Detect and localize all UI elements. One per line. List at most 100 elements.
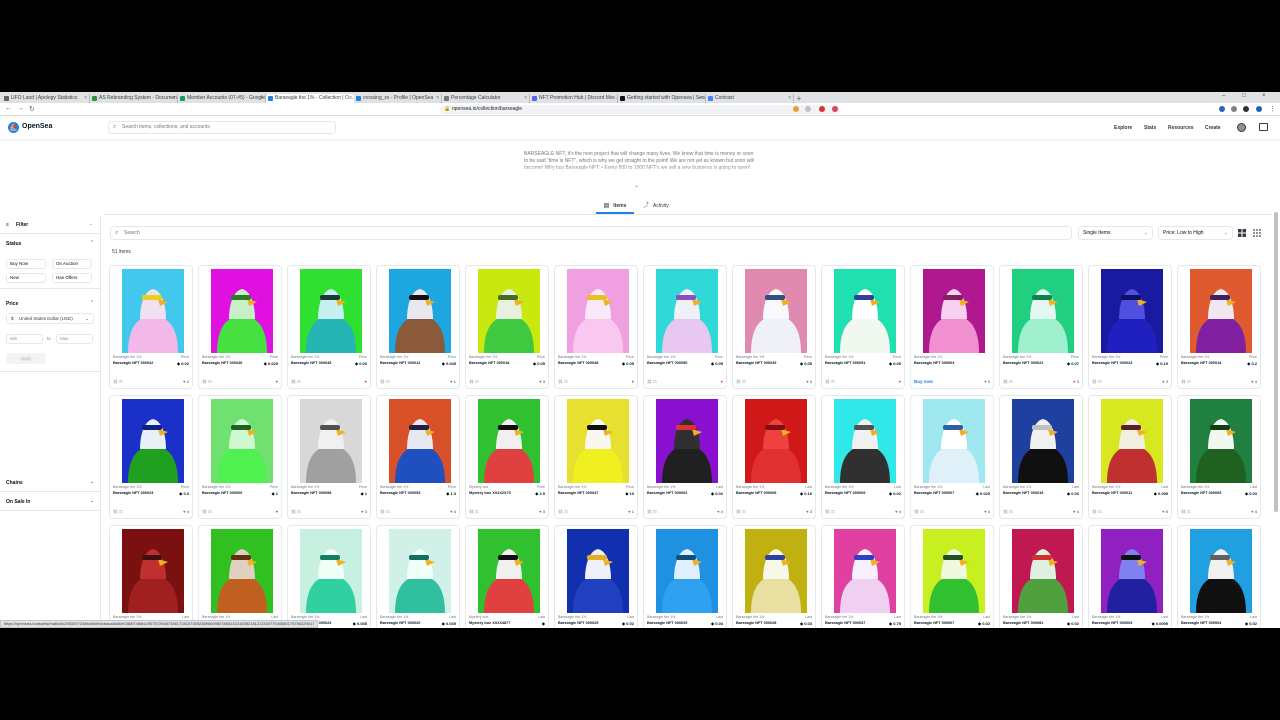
nft-card[interactable]: Barseagle the 1%Barseagle NFT 000031Last… bbox=[198, 525, 282, 628]
items-search-input[interactable]: ⌕ Search bbox=[110, 226, 1072, 240]
nft-image[interactable] bbox=[745, 399, 807, 483]
browser-tab[interactable]: AS Rebranding System - Documentati...× bbox=[90, 94, 178, 103]
chevron-down-icon[interactable]: ⌄ bbox=[634, 182, 639, 189]
nft-card[interactable]: Barseagle the 1% Barseagle NFT 000046 Pric… bbox=[198, 265, 282, 389]
nft-card[interactable]: Barseagle the 1% Barseagle NFT 000022 Pric… bbox=[999, 265, 1083, 389]
nft-image[interactable] bbox=[1190, 269, 1252, 353]
close-icon[interactable]: × bbox=[524, 94, 527, 103]
apply-button[interactable]: Apply bbox=[6, 353, 46, 364]
menu-icon[interactable]: ⋮ bbox=[1269, 105, 1276, 113]
nft-image[interactable] bbox=[389, 529, 451, 613]
extension-icon[interactable] bbox=[832, 106, 838, 112]
favorite-button[interactable]: ♥ 3 bbox=[984, 379, 990, 384]
nav-create[interactable]: Create bbox=[1205, 125, 1221, 131]
nft-card[interactable]: Barseagle the 1% Barseagle NFT 000047 Pric… bbox=[554, 395, 638, 519]
nft-card[interactable]: Barseagle the 1% Barseagle NFT 000014 Pric… bbox=[1177, 265, 1261, 389]
maximize-icon[interactable]: □ bbox=[1242, 93, 1246, 99]
nft-image[interactable] bbox=[389, 269, 451, 353]
nft-image[interactable] bbox=[300, 529, 362, 613]
sort-select[interactable]: Price: Low to High ⌄ bbox=[1158, 226, 1233, 240]
nft-image[interactable] bbox=[122, 399, 184, 483]
nft-card[interactable]: Barseagle the 1% Barseagle NFT 000045 Pric… bbox=[287, 265, 371, 389]
profile-avatar[interactable] bbox=[1256, 106, 1262, 112]
opensea-logo-icon[interactable]: ⛵ bbox=[8, 122, 19, 133]
favorite-button[interactable]: ♥ bbox=[721, 379, 723, 384]
nft-image[interactable] bbox=[834, 399, 896, 483]
close-icon[interactable]: × bbox=[84, 94, 87, 103]
nft-image[interactable] bbox=[478, 269, 540, 353]
favorite-button[interactable]: ♥ 3 bbox=[1162, 379, 1168, 384]
nft-image[interactable] bbox=[389, 399, 451, 483]
browser-tab[interactable]: crossing_xx - Profile | OpenSea × bbox=[354, 94, 442, 103]
nft-card[interactable]: Barseagle the 1% Barseagle NFT 000048 Pric… bbox=[554, 265, 638, 389]
nft-image[interactable] bbox=[1012, 399, 1074, 483]
nft-image[interactable] bbox=[656, 529, 718, 613]
close-icon[interactable]: × bbox=[349, 94, 352, 103]
nft-image[interactable] bbox=[211, 269, 273, 353]
nft-card[interactable]: Barseagle the 1% Barseagle NFT 000037 Last… bbox=[821, 525, 905, 628]
grid-large-icon[interactable] bbox=[1238, 229, 1246, 237]
back-icon[interactable]: ← bbox=[5, 105, 12, 112]
chip-has-offers[interactable]: Has Offers bbox=[52, 273, 92, 283]
nft-card[interactable]: Barseagle the 1% Barseagle NFT 000018 Pric… bbox=[465, 265, 549, 389]
close-window-icon[interactable]: × bbox=[1262, 93, 1266, 99]
nft-card[interactable]: Barseagle the 1%Barseagle NFT 000003◆ Bu… bbox=[910, 265, 994, 389]
nft-card[interactable]: Barseagle the 1% Barseagle NFT 000012 Pric… bbox=[376, 265, 460, 389]
nft-card[interactable]: Barseagle the 1% Barseagle NFT 000006 Pric… bbox=[198, 395, 282, 519]
url-input[interactable]: 🔒 opensea.io/collection/barseagle bbox=[440, 105, 840, 114]
favorite-button[interactable]: ♥ 2 bbox=[183, 379, 189, 384]
favorite-button[interactable]: ♥ bbox=[276, 509, 278, 514]
nft-card[interactable]: Barseagle the 1% Barseagle NFT 000020 Last… bbox=[376, 525, 460, 628]
puzzle-icon[interactable] bbox=[1243, 106, 1249, 112]
status-section[interactable]: Status ⌃ bbox=[0, 235, 100, 253]
nft-card[interactable]: Barseagle the 1%Barseagle NFT 000024Last… bbox=[287, 525, 371, 628]
extension-icon[interactable] bbox=[1219, 106, 1225, 112]
nft-card[interactable]: Barseagle the 1% Barseagle NFT 000028 Last… bbox=[732, 525, 816, 628]
nft-image[interactable] bbox=[656, 399, 718, 483]
nft-image[interactable] bbox=[300, 269, 362, 353]
nft-image[interactable] bbox=[1012, 529, 1074, 613]
nft-image[interactable] bbox=[211, 399, 273, 483]
single-items-select[interactable]: Single Items ⌄ bbox=[1078, 226, 1153, 240]
favorite-button[interactable]: ♥ 4 bbox=[1251, 509, 1257, 514]
nft-image[interactable] bbox=[567, 399, 629, 483]
nft-image[interactable] bbox=[923, 529, 985, 613]
favorite-button[interactable]: ♥ 3 bbox=[539, 379, 545, 384]
close-icon[interactable]: × bbox=[260, 94, 263, 103]
favorite-button[interactable]: ♥ 3 bbox=[361, 509, 367, 514]
nft-card[interactable]: Barseagle the 1% Barseagle NFT 000050 Pric… bbox=[643, 265, 727, 389]
favorite-button[interactable]: ♥ 4 bbox=[984, 509, 990, 514]
on-sale-in-section[interactable]: On Sale In ⌄ bbox=[0, 493, 100, 511]
nft-image[interactable] bbox=[745, 529, 807, 613]
browser-tab[interactable]: Member Accounts (07-#5) - Google ... × bbox=[178, 94, 266, 103]
favorite-button[interactable]: ♥ 3 bbox=[1073, 379, 1079, 384]
nav-explore[interactable]: Explore bbox=[1114, 125, 1132, 131]
new-tab-button[interactable]: + bbox=[794, 94, 804, 103]
extension-icon[interactable] bbox=[819, 106, 825, 112]
price-min-input[interactable]: Min bbox=[6, 334, 43, 344]
nft-image[interactable] bbox=[923, 399, 985, 483]
nft-image[interactable] bbox=[1101, 269, 1163, 353]
nft-card[interactable]: Barseagle the 1% Barseagle NFT 000058 Pric… bbox=[287, 395, 371, 519]
nft-image[interactable] bbox=[300, 399, 362, 483]
nft-image[interactable] bbox=[478, 529, 540, 613]
favorite-button[interactable]: ♥ bbox=[899, 379, 901, 384]
favorite-button[interactable]: ♥ bbox=[632, 379, 634, 384]
nft-card[interactable]: Barseagle the 1% Barseagle NFT 000007 Last… bbox=[910, 525, 994, 628]
favorite-button[interactable]: ♥ bbox=[276, 379, 278, 384]
browser-tab[interactable]: Barseagle the 1% - Collection | O... × bbox=[266, 94, 354, 103]
nav-stats[interactable]: Stats bbox=[1144, 125, 1156, 131]
browser-tab[interactable]: Contrast × bbox=[706, 94, 794, 103]
nft-card[interactable]: Barseagle the 1% Barseagle NFT 000005 Last… bbox=[1177, 395, 1261, 519]
close-icon[interactable]: × bbox=[788, 94, 791, 103]
nft-card[interactable]: Barseagle the 1% Barseagle NFT 000002 Last… bbox=[643, 395, 727, 519]
extension-icon[interactable] bbox=[793, 106, 799, 112]
favorite-button[interactable]: ♥ 4 bbox=[895, 509, 901, 514]
browser-tab[interactable]: UFO Land | Apology Statistics × bbox=[2, 94, 90, 103]
nft-card[interactable]: Barseagle the 1% Barseagle NFT 000011 Last… bbox=[1088, 395, 1172, 519]
nft-card[interactable]: Mystery box Mystery box XX2X2X73 Price ◆ 2.… bbox=[465, 395, 549, 519]
wallet-icon[interactable] bbox=[1259, 123, 1268, 131]
browser-tab[interactable]: Percentage Calculator × bbox=[442, 94, 530, 103]
nft-card[interactable]: Barseagle the 1% Barseagle NFT 000029 Last… bbox=[643, 525, 727, 628]
global-search-input[interactable]: ⌕ Search items, collections, and account… bbox=[108, 121, 336, 134]
